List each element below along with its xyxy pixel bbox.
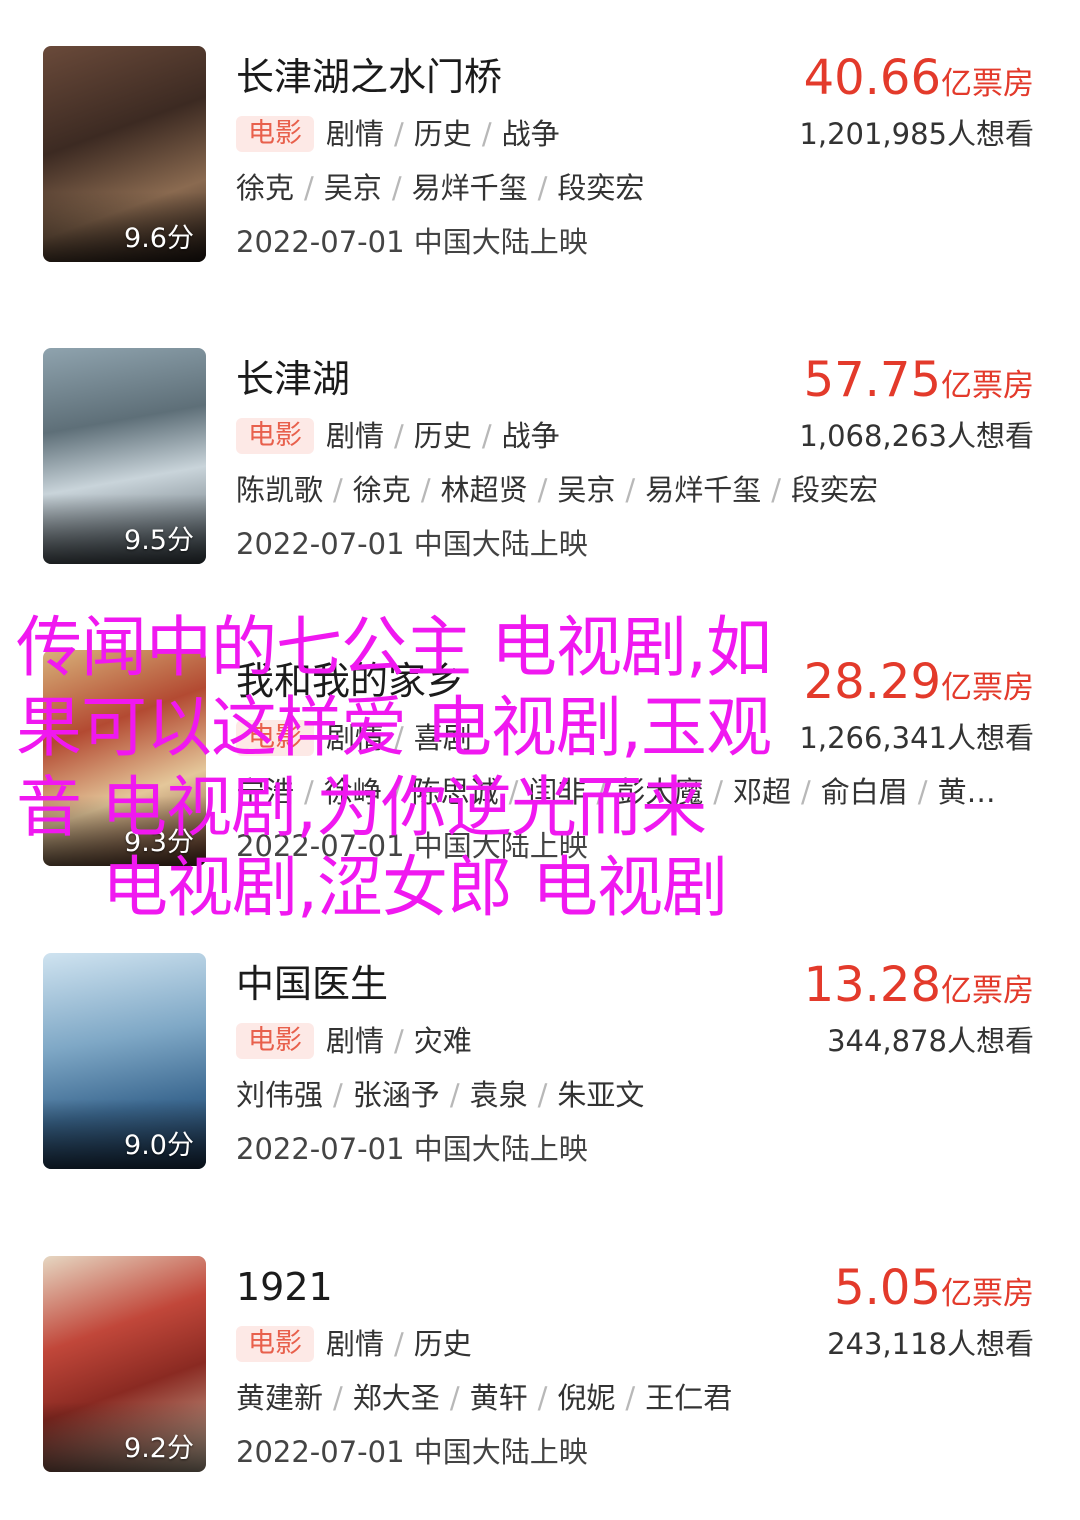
- box-office: 5.05亿票房: [834, 1260, 1034, 1316]
- genre: 剧情: [326, 1327, 385, 1361]
- overlay-line: 传闻中的七公主 电视剧,如: [16, 609, 772, 686]
- genre: 历史: [413, 419, 472, 453]
- want-count: 344,878人想看: [827, 1024, 1034, 1058]
- genre-row: 电影 剧情 / 历史: [236, 1326, 472, 1362]
- overlay-line: 电视剧,涩女郎 电视剧: [102, 849, 728, 926]
- cast-member: 易烊千玺: [411, 171, 528, 205]
- box-office-unit: 亿票房: [941, 973, 1034, 1009]
- cast-member: 林超贤: [440, 473, 528, 507]
- cast-member: 段奕宏: [557, 171, 645, 205]
- movie-item[interactable]: 9.2分 1921 电影 剧情 / 历史 黄建新 / 郑大圣 / 黄轩 / 倪妮 / 王仁君 2022…: [0, 1256, 1080, 1476]
- box-office-unit: 亿票房: [941, 66, 1034, 102]
- movie-item[interactable]: 9.6分 长津湖之水门桥 电影 剧情 / 历史 / 战争 徐克 / 吴京 / 易烊千玺 / 段奕宏 2…: [0, 46, 1080, 266]
- type-tag: 电影: [236, 418, 314, 454]
- release-date: 2022-07-01 中国大陆上映: [236, 225, 588, 259]
- box-office-unit: 亿票房: [941, 368, 1034, 404]
- score-badge: 9.6分: [124, 223, 194, 254]
- cast-member: 倪妮: [557, 1381, 616, 1415]
- box-office: 13.28亿票房: [804, 957, 1034, 1013]
- score-badge: 9.5分: [124, 525, 194, 556]
- cast-member: 张涵予: [352, 1078, 440, 1112]
- genre: 剧情: [326, 1024, 385, 1058]
- want-count: 1,201,985人想看: [799, 117, 1034, 151]
- movie-title[interactable]: 长津湖之水门桥: [236, 54, 502, 100]
- cast-row: 刘伟强 / 张涵予 / 袁泉 / 朱亚文: [236, 1078, 645, 1112]
- cast-member: 黄建新: [236, 1381, 324, 1415]
- cast-row: 黄建新 / 郑大圣 / 黄轩 / 倪妮 / 王仁君: [236, 1381, 733, 1415]
- cast-member: 徐克: [352, 473, 411, 507]
- genre: 历史: [413, 1327, 472, 1361]
- score-badge: 9.0分: [124, 1130, 194, 1161]
- type-tag: 电影: [236, 1023, 314, 1059]
- movie-item[interactable]: 9.0分 中国医生 电影 剧情 / 灾难 刘伟强 / 张涵予 / 袁泉 / 朱亚文 2022-07…: [0, 953, 1080, 1173]
- cast-member: 刘伟强: [236, 1078, 324, 1112]
- cast-member: 徐克: [236, 171, 295, 205]
- genre-row: 电影 剧情 / 历史 / 战争: [236, 418, 560, 454]
- box-office: 57.75亿票房: [804, 352, 1034, 408]
- cast-member: 吴京: [323, 171, 382, 205]
- watermark-overlay-text: 传闻中的七公主 电视剧,如 果可以这样爱 电视剧,玉观 音 电视剧,为你逆光而来…: [16, 608, 976, 928]
- cast-member: 袁泉: [469, 1078, 528, 1112]
- cast-member: 王仁君: [645, 1381, 733, 1415]
- genre: 剧情: [326, 117, 385, 151]
- box-office-value: 40.66: [803, 50, 941, 106]
- genre: 战争: [501, 117, 560, 151]
- movie-title[interactable]: 中国医生: [236, 961, 388, 1007]
- genre-row: 电影 剧情 / 灾难: [236, 1023, 472, 1059]
- cast-member: 朱亚文: [557, 1078, 645, 1112]
- cast-member: 黄轩: [469, 1381, 528, 1415]
- movie-poster[interactable]: 9.2分: [43, 1256, 206, 1472]
- score-badge: 9.2分: [124, 1433, 194, 1464]
- cast-member: 段奕宏: [790, 473, 878, 507]
- box-office: 40.66亿票房: [804, 50, 1034, 106]
- box-office-value: 5.05: [834, 1260, 941, 1316]
- want-count: 1,068,263人想看: [799, 419, 1034, 453]
- box-office-value: 57.75: [803, 352, 941, 408]
- overlay-line: 果可以这样爱 电视剧,玉观: [16, 689, 772, 766]
- type-tag: 电影: [236, 1326, 314, 1362]
- release-date: 2022-07-01 中国大陆上映: [236, 527, 588, 561]
- cast-member: 吴京: [557, 473, 616, 507]
- overlay-line: 音 电视剧,为你逆光而来: [16, 769, 707, 846]
- want-count: 243,118人想看: [827, 1327, 1034, 1361]
- cast-row: 徐克 / 吴京 / 易烊千玺 / 段奕宏: [236, 171, 645, 205]
- movie-poster[interactable]: 9.0分: [43, 953, 206, 1169]
- cast-row: 陈凯歌 / 徐克 / 林超贤 / 吴京 / 易烊千玺 / 段奕宏: [236, 473, 878, 507]
- movie-title[interactable]: 长津湖: [236, 356, 350, 402]
- genre-row: 电影 剧情 / 历史 / 战争: [236, 116, 560, 152]
- movie-poster[interactable]: 9.5分: [43, 348, 206, 564]
- movie-poster[interactable]: 9.6分: [43, 46, 206, 262]
- genre: 历史: [413, 117, 472, 151]
- cast-member: 陈凯歌: [236, 473, 324, 507]
- release-date: 2022-07-01 中国大陆上映: [236, 1435, 588, 1469]
- movie-item[interactable]: 9.5分 长津湖 电影 剧情 / 历史 / 战争 陈凯歌 / 徐克 / 林超贤 / 吴京 / 易烊千玺 / 段…: [0, 348, 1080, 568]
- box-office-value: 13.28: [803, 957, 941, 1013]
- movie-title[interactable]: 1921: [236, 1264, 333, 1310]
- genre: 灾难: [413, 1024, 472, 1058]
- type-tag: 电影: [236, 116, 314, 152]
- genre: 剧情: [326, 419, 385, 453]
- box-office-unit: 亿票房: [941, 1276, 1034, 1312]
- release-date: 2022-07-01 中国大陆上映: [236, 1132, 588, 1166]
- cast-member: 郑大圣: [352, 1381, 440, 1415]
- genre: 战争: [501, 419, 560, 453]
- cast-member: 易烊千玺: [645, 473, 762, 507]
